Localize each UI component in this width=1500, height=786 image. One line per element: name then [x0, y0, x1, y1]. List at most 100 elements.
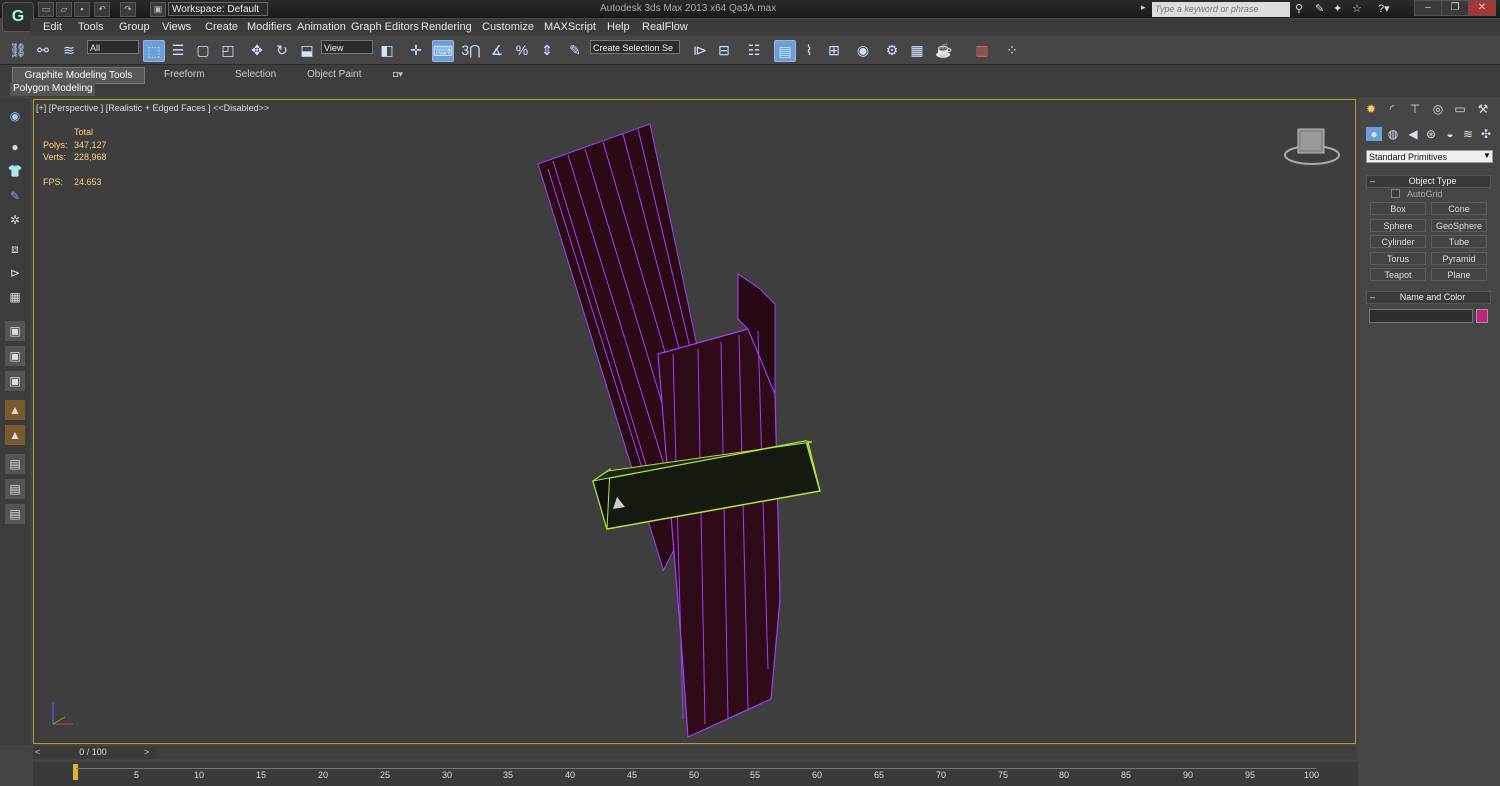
rectangular-selection-icon[interactable]: ▢: [193, 40, 213, 60]
edit-named-selection-icon[interactable]: ✎: [565, 40, 585, 60]
particle-icon[interactable]: ⁘: [1002, 40, 1022, 60]
snaps-toggle-icon[interactable]: 3 ⋂: [461, 40, 481, 60]
teapot-button[interactable]: Teapot: [1370, 268, 1426, 281]
container-icon[interactable]: ◉: [5, 106, 25, 126]
align-icon[interactable]: ⊟: [714, 40, 734, 60]
scale-icon[interactable]: ⬓: [297, 40, 317, 60]
schematic-view-icon[interactable]: ⊞: [824, 40, 844, 60]
restore-button[interactable]: ❐: [1441, 0, 1469, 16]
viewport-scene[interactable]: [33, 99, 1356, 744]
link-icon[interactable]: ⛓: [8, 40, 28, 60]
subscription-icon[interactable]: ✎: [1315, 2, 1329, 16]
bin-tool-icon-1[interactable]: ▲: [5, 400, 25, 420]
keyboard-shortcut-override-icon[interactable]: ⌨: [432, 40, 454, 62]
bin-tool-icon-5[interactable]: ▤: [5, 504, 25, 524]
curve-editor-icon[interactable]: ⌇: [799, 40, 819, 60]
menu-create[interactable]: Create: [205, 21, 238, 33]
layer-manager-icon[interactable]: ☷: [744, 40, 764, 60]
pyramid-button[interactable]: Pyramid: [1431, 252, 1487, 265]
cameras-icon[interactable]: ⊛: [1423, 127, 1439, 141]
select-manipulate-icon[interactable]: ✛: [406, 40, 426, 60]
material-editor-icon[interactable]: ◉: [853, 40, 873, 60]
polygon-modeling-panel[interactable]: Polygon Modeling: [10, 82, 95, 96]
redo-icon[interactable]: ↷: [120, 2, 136, 17]
select-object-icon[interactable]: ⬚: [143, 40, 165, 62]
unlink-icon[interactable]: ⚯: [33, 40, 53, 60]
shapes-icon[interactable]: ◍: [1385, 127, 1401, 141]
viewcube[interactable]: [1284, 128, 1340, 165]
help-icon[interactable]: ?▾: [1378, 2, 1398, 16]
select-by-name-icon[interactable]: ☰: [168, 40, 188, 60]
name-and-color-rollout[interactable]: – Name and Color: [1366, 291, 1491, 304]
move-icon[interactable]: ✥: [247, 40, 267, 60]
space-warps-icon[interactable]: ≋: [1460, 127, 1476, 141]
project-folder-icon[interactable]: ▣: [150, 2, 166, 17]
menu-help[interactable]: Help: [607, 21, 630, 33]
window-crossing-icon[interactable]: ◰: [218, 40, 238, 60]
render-setup-icon[interactable]: ⚙: [882, 40, 902, 60]
render-production-icon[interactable]: ☕: [934, 40, 954, 60]
autogrid-checkbox[interactable]: [1391, 189, 1400, 198]
menu-maxscript[interactable]: MAXScript: [544, 21, 596, 33]
bin-tool-icon-4[interactable]: ▤: [5, 479, 25, 499]
menu-tools[interactable]: Tools: [78, 21, 104, 33]
new-file-icon[interactable]: ▭: [38, 2, 54, 17]
torus-button[interactable]: Torus: [1370, 252, 1426, 265]
geometry-icon[interactable]: ●: [1366, 127, 1382, 141]
selection-filter-dropdown[interactable]: All: [87, 40, 139, 54]
plane-button[interactable]: Plane: [1431, 268, 1487, 281]
menu-edit[interactable]: Edit: [43, 21, 62, 33]
search-input[interactable]: Type a keyword or phrase: [1152, 2, 1290, 17]
favorites-icon[interactable]: ☆: [1352, 2, 1366, 16]
close-button[interactable]: ✕: [1468, 0, 1496, 16]
rendered-frame-icon[interactable]: ▦: [907, 40, 927, 60]
tab-object-paint[interactable]: Object Paint: [303, 69, 365, 81]
mirror-icon[interactable]: ⧐: [690, 40, 710, 60]
next-frame-icon[interactable]: >: [144, 747, 149, 757]
open-file-icon[interactable]: ▱: [56, 2, 72, 17]
current-frame-marker[interactable]: [73, 764, 78, 780]
previous-frame-icon[interactable]: <: [35, 747, 40, 757]
front-blade-mesh[interactable]: [657, 328, 781, 738]
menu-realflow[interactable]: RealFlow: [642, 21, 688, 33]
search-expand-icon[interactable]: ▸: [1141, 2, 1151, 16]
menu-views[interactable]: Views: [162, 21, 191, 33]
realflow-icon[interactable]: ▥: [972, 40, 992, 60]
save-file-icon[interactable]: ▪: [74, 2, 90, 17]
tab-freeform[interactable]: Freeform: [160, 69, 209, 81]
spinner-snap-icon[interactable]: ⇕: [537, 40, 557, 60]
named-selection-dropdown[interactable]: Create Selection Se: [590, 40, 680, 54]
sphere-tool-icon[interactable]: ●: [5, 137, 25, 157]
minimize-button[interactable]: –: [1414, 0, 1442, 16]
cloth-icon[interactable]: 👕: [5, 161, 25, 181]
tube-button[interactable]: Tube: [1431, 235, 1487, 248]
cone-button[interactable]: Cone: [1431, 202, 1487, 215]
communication-icon[interactable]: ✦: [1333, 2, 1347, 16]
menu-rendering[interactable]: Rendering: [421, 21, 472, 33]
particle-flow-icon[interactable]: ✲: [5, 210, 25, 230]
hierarchy-panel-icon[interactable]: ⊤: [1407, 102, 1423, 116]
object-type-rollout[interactable]: – Object Type: [1366, 175, 1491, 188]
sd-tool-icon-3[interactable]: ▣: [5, 371, 25, 391]
brush-icon[interactable]: ✎: [5, 186, 25, 206]
mirror-tool-icon[interactable]: ⧈: [5, 239, 25, 259]
ribbon-options-icon[interactable]: ◘▾: [393, 69, 403, 80]
object-name-input[interactable]: [1369, 309, 1473, 323]
bin-tool-icon-2[interactable]: ▲: [5, 425, 25, 445]
percent-snap-icon[interactable]: %: [512, 40, 532, 60]
grid-tool-icon[interactable]: ▦: [5, 287, 25, 307]
box-button[interactable]: Box: [1370, 202, 1426, 215]
lights-icon[interactable]: ◀: [1405, 127, 1421, 141]
display-panel-icon[interactable]: ▭: [1452, 102, 1468, 116]
select-tool-icon[interactable]: ⊳: [5, 263, 25, 283]
sd-tool-icon-1[interactable]: ▣: [5, 321, 25, 341]
graphite-toggle-icon[interactable]: ▤: [774, 40, 796, 62]
bind-space-warp-icon[interactable]: ≋: [59, 40, 79, 60]
tab-selection[interactable]: Selection: [231, 69, 280, 81]
sphere-button[interactable]: Sphere: [1370, 219, 1426, 232]
systems-icon[interactable]: ✣: [1478, 127, 1494, 141]
utilities-panel-icon[interactable]: ⚒: [1475, 102, 1491, 116]
motion-panel-icon[interactable]: ◎: [1430, 102, 1446, 116]
helpers-icon[interactable]: ◒: [1442, 127, 1458, 141]
sd-tool-icon-2[interactable]: ▣: [5, 346, 25, 366]
